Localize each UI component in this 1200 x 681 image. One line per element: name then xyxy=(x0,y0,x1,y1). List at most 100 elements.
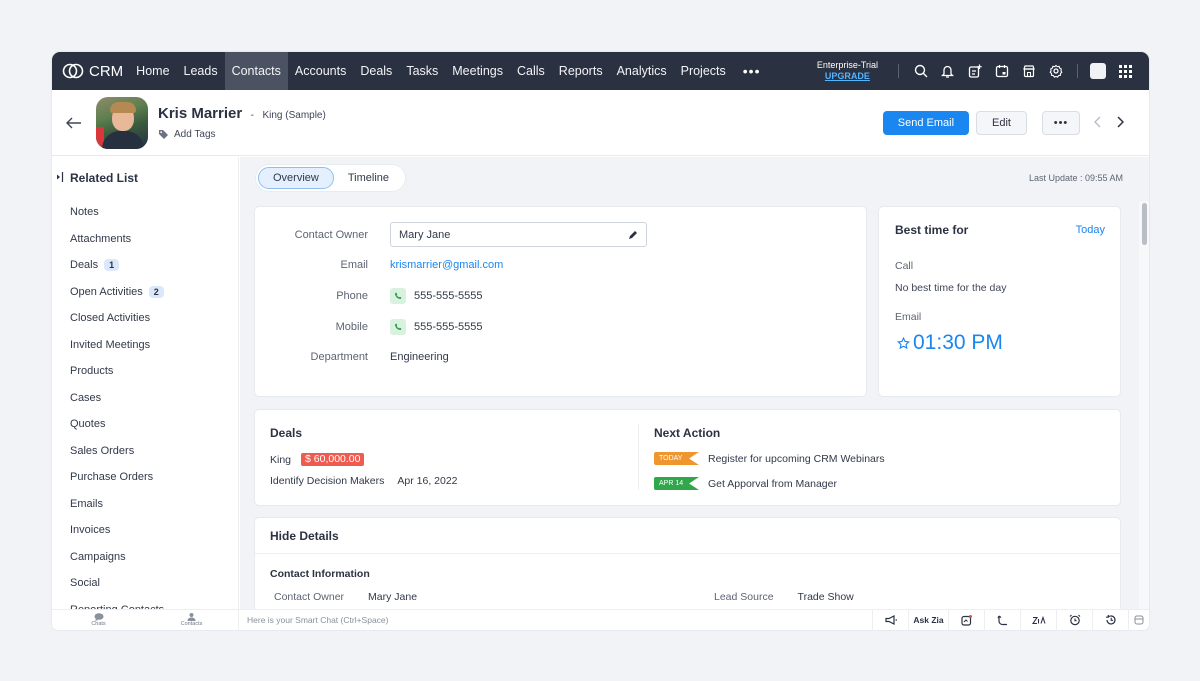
email-time-value: 01:30 PM xyxy=(913,331,1003,354)
sidebar-item-cases[interactable]: Cases xyxy=(52,385,238,412)
reminder-button[interactable] xyxy=(1057,610,1093,630)
nav-analytics[interactable]: Analytics xyxy=(610,52,674,90)
sidebar-item-products[interactable]: Products xyxy=(52,358,238,385)
nav-accounts[interactable]: Accounts xyxy=(288,52,353,90)
sidebar-item-attachments[interactable]: Attachments xyxy=(52,226,238,253)
contact-name: Kris Marrier xyxy=(158,105,243,122)
storage-button[interactable] xyxy=(1129,610,1149,630)
best-time-period-selector[interactable]: Today xyxy=(1076,224,1105,236)
scrollbar-thumb[interactable] xyxy=(1142,203,1147,245)
account-name[interactable]: King (Sample) xyxy=(262,110,325,121)
contact-owner-value: Mary Jane xyxy=(399,228,451,241)
tab-overview[interactable]: Overview xyxy=(258,167,334,189)
upgrade-link[interactable]: UPGRADE xyxy=(825,71,870,82)
mobile-value[interactable]: 555-555-5555 xyxy=(390,319,483,335)
sidebar-item-social[interactable]: Social xyxy=(52,570,238,597)
hide-details-toggle[interactable]: Hide Details xyxy=(255,518,1120,554)
previous-record-button[interactable] xyxy=(1087,115,1109,131)
deal-item[interactable]: King $ 60,000.00 xyxy=(270,453,365,466)
nav-projects[interactable]: Projects xyxy=(674,52,733,90)
more-actions-button[interactable]: ••• xyxy=(1042,110,1080,135)
best-time-card: Best time for Today Call No best time fo… xyxy=(879,207,1120,396)
sidebar-item-emails[interactable]: Emails xyxy=(52,491,238,518)
search-icon[interactable] xyxy=(907,52,934,90)
reply-button[interactable] xyxy=(985,610,1021,630)
sidebar-item-invoices[interactable]: Invoices xyxy=(52,517,238,544)
sidebar-item-sales-orders[interactable]: Sales Orders xyxy=(52,438,238,465)
sidebar-item-closed-activities[interactable]: Closed Activities xyxy=(52,305,238,332)
nav-calls[interactable]: Calls xyxy=(510,52,552,90)
field-phone: Phone 555-555-5555 xyxy=(255,288,866,304)
next-action-item[interactable]: TODAY Register for upcoming CRM Webinars xyxy=(654,452,885,465)
mobile-number: 555-555-5555 xyxy=(414,321,483,333)
back-button[interactable] xyxy=(52,117,96,129)
contact-owner-input[interactable]: Mary Jane xyxy=(390,222,647,247)
deal-closing-date: Apr 16, 2022 xyxy=(397,475,458,487)
nav-deals[interactable]: Deals xyxy=(353,52,399,90)
add-tags-button[interactable]: Add Tags xyxy=(158,129,326,140)
next-action-item[interactable]: APR 14 Get Apporval from Manager xyxy=(654,477,837,490)
phone-icon[interactable] xyxy=(390,319,406,335)
detail-field-lead-source: Lead Source Trade Show xyxy=(714,591,854,603)
sidebar-item-quotes[interactable]: Quotes xyxy=(52,411,238,438)
phone-icon[interactable] xyxy=(390,288,406,304)
deal-stage: Identify Decision Makers xyxy=(270,475,385,487)
nav-more-button[interactable]: ••• xyxy=(733,63,771,79)
field-label: Mobile xyxy=(335,321,368,333)
top-navigation: CRM Home Leads Contacts Accounts Deals T… xyxy=(52,52,1149,90)
pencil-icon[interactable] xyxy=(628,230,638,240)
ask-zia-button[interactable]: Ask Zia xyxy=(909,610,949,630)
profile-avatar[interactable] xyxy=(1090,63,1106,79)
deal-name[interactable]: King xyxy=(270,454,291,466)
marketplace-icon[interactable] xyxy=(1015,52,1042,90)
sidebar-item-open-activities[interactable]: Open Activities 2 xyxy=(52,279,238,306)
gear-icon[interactable] xyxy=(1042,52,1069,90)
sidebar-item-campaigns[interactable]: Campaigns xyxy=(52,544,238,571)
detail-field-contact-owner: Contact Owner Mary Jane xyxy=(274,591,417,603)
contacts-button[interactable]: Contacts xyxy=(145,610,238,630)
scrollbar-track[interactable] xyxy=(1139,201,1149,609)
field-department: Department Engineering xyxy=(255,351,866,363)
nav-leads[interactable]: Leads xyxy=(177,52,225,90)
divider xyxy=(1077,64,1078,78)
nav-home[interactable]: Home xyxy=(129,52,176,90)
sidebar-item-reporting-contacts[interactable]: Reporting Contacts xyxy=(52,597,238,609)
smart-chat-input[interactable]: Here is your Smart Chat (Ctrl+Space) xyxy=(239,610,872,630)
zia-button[interactable] xyxy=(1021,610,1057,630)
edit-button[interactable]: Edit xyxy=(976,110,1027,135)
announcement-button[interactable] xyxy=(873,610,909,630)
date-flag: APR 14 xyxy=(654,477,699,490)
sidebar-item-invited-meetings[interactable]: Invited Meetings xyxy=(52,332,238,359)
sidebar-item-deals[interactable]: Deals 1 xyxy=(52,252,238,279)
add-tags-label: Add Tags xyxy=(174,129,216,140)
apps-grid-icon[interactable] xyxy=(1112,52,1139,90)
sidebar-item-notes[interactable]: Notes xyxy=(52,199,238,226)
bell-icon[interactable] xyxy=(934,52,961,90)
nav-reports[interactable]: Reports xyxy=(552,52,610,90)
email-link[interactable]: krismarrier@gmail.com xyxy=(390,259,503,271)
send-email-button[interactable]: Send Email xyxy=(882,110,970,135)
add-note-icon[interactable] xyxy=(961,52,988,90)
calendar-icon[interactable] xyxy=(988,52,1015,90)
sidebar-item-label: Quotes xyxy=(70,418,106,431)
history-icon xyxy=(1105,615,1116,625)
phone-value[interactable]: 555-555-5555 xyxy=(390,288,483,304)
nav-tasks[interactable]: Tasks xyxy=(399,52,445,90)
sidebar-item-label: Invited Meetings xyxy=(70,338,151,351)
bottom-tools: Ask Zia xyxy=(872,610,1149,630)
nav-contacts[interactable]: Contacts xyxy=(224,52,288,90)
collapse-sidebar-icon[interactable] xyxy=(56,171,70,185)
next-record-button[interactable] xyxy=(1109,115,1131,131)
crm-logo[interactable]: CRM xyxy=(52,52,129,90)
count-badge: 1 xyxy=(104,259,120,272)
sidebar-item-purchase-orders[interactable]: Purchase Orders xyxy=(52,464,238,491)
tab-timeline[interactable]: Timeline xyxy=(334,167,403,189)
contact-photo[interactable] xyxy=(96,96,148,149)
today-flag: TODAY xyxy=(654,452,699,465)
plan-info: Enterprise-Trial UPGRADE xyxy=(817,60,878,82)
nav-meetings[interactable]: Meetings xyxy=(445,52,510,90)
notes-button[interactable] xyxy=(949,610,985,630)
history-button[interactable] xyxy=(1093,610,1129,630)
chats-button[interactable]: Chats xyxy=(52,610,145,630)
field-label: Contact Owner xyxy=(294,228,368,241)
